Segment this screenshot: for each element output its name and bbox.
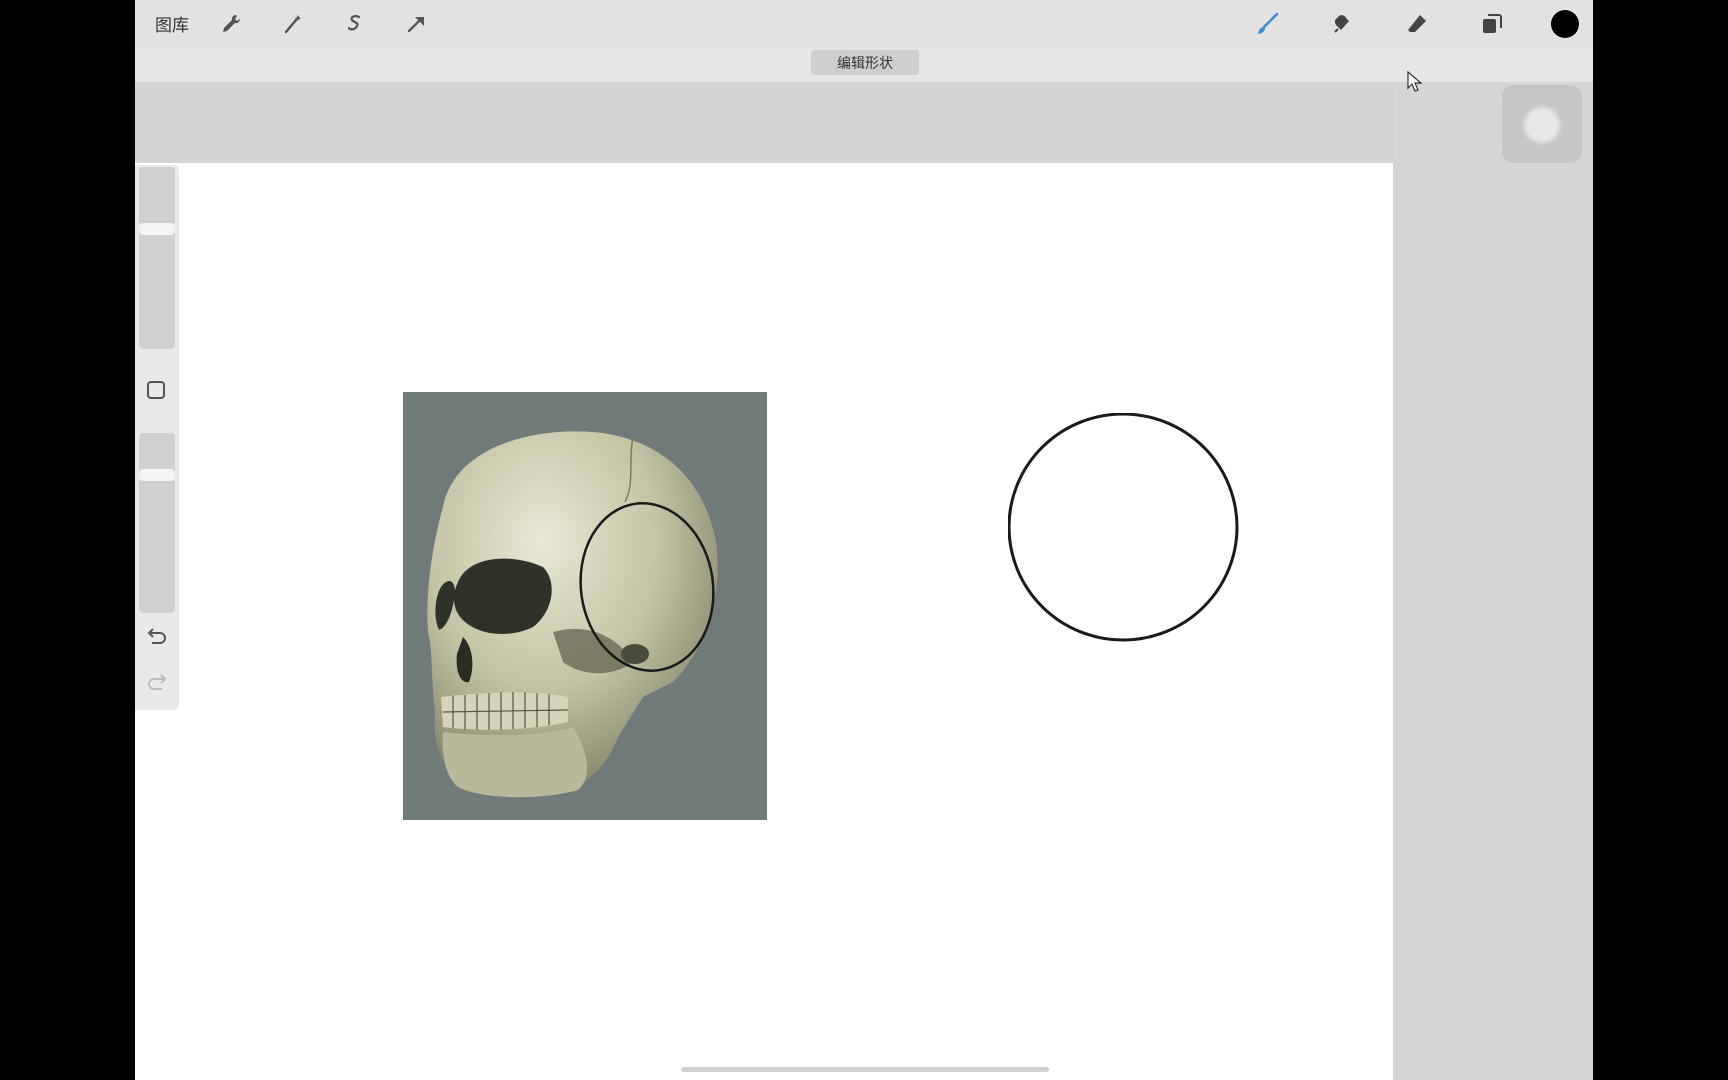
eraser-icon[interactable] (1403, 10, 1431, 38)
selection-icon[interactable] (341, 10, 369, 38)
canvas-area (135, 82, 1593, 1080)
smudge-icon[interactable] (1328, 10, 1356, 38)
color-swatch[interactable] (1551, 10, 1579, 38)
left-sidebar (135, 165, 179, 710)
gallery-button[interactable]: 图库 (155, 11, 189, 36)
move-arrow-icon[interactable] (402, 10, 430, 38)
top-toolbar: 图库 (135, 0, 1593, 48)
edit-shape-button[interactable]: 编辑形状 (811, 50, 919, 75)
wrench-icon[interactable] (217, 10, 245, 38)
brush-size-slider[interactable] (139, 167, 175, 349)
modify-button[interactable] (1502, 85, 1582, 163)
procreate-screen: 图库 编辑形状 (135, 0, 1593, 1080)
brush-size-thumb[interactable] (139, 223, 175, 235)
layers-icon[interactable] (1478, 10, 1506, 38)
opacity-thumb[interactable] (139, 469, 175, 481)
brush-icon[interactable] (1253, 10, 1281, 38)
modify-square-button[interactable] (147, 381, 165, 399)
home-indicator[interactable] (681, 1067, 1049, 1072)
mouse-cursor-icon (1407, 71, 1423, 92)
redo-icon[interactable] (145, 673, 169, 695)
drawn-circle[interactable] (1008, 413, 1244, 645)
opacity-slider[interactable] (139, 433, 175, 613)
undo-icon[interactable] (145, 627, 169, 649)
skull-reference-image[interactable] (403, 392, 767, 820)
magic-wand-icon[interactable] (279, 10, 307, 38)
right-margin (1393, 82, 1593, 1080)
sub-toolbar: 编辑形状 (135, 48, 1593, 83)
